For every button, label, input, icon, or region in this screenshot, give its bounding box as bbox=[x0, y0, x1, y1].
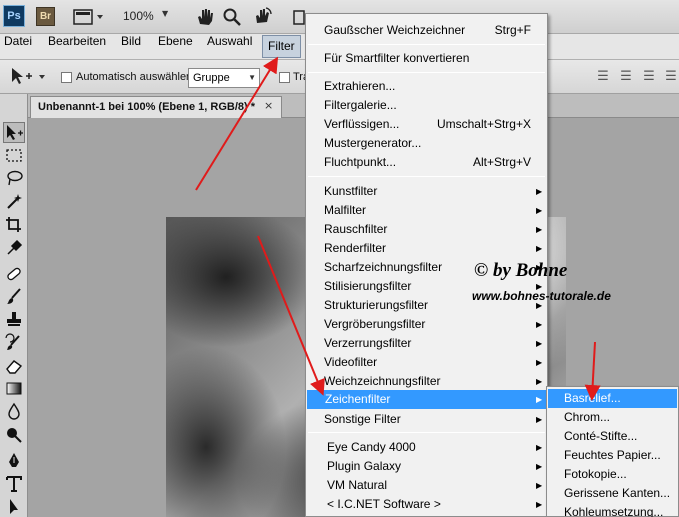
toolbox bbox=[0, 94, 28, 517]
menu-item-malfilter[interactable]: Malfilter ▶ bbox=[306, 201, 547, 220]
zoom-tool-icon[interactable] bbox=[222, 6, 242, 28]
menu-item-weichzeichnungsfilter[interactable]: Weichzeichnungsfilter ▶ bbox=[306, 372, 547, 391]
submenu-item-kohleumsetzung[interactable]: Kohleumsetzung... bbox=[547, 503, 678, 517]
menu-item-kunstfilter[interactable]: Kunstfilter ▶ bbox=[306, 182, 547, 201]
submenu-item-gerissene-kanten[interactable]: Gerissene Kanten... bbox=[547, 484, 678, 503]
submenu-item-feuchtes-papier[interactable]: Feuchtes Papier... bbox=[547, 446, 678, 465]
submenu-arrow-icon: ▶ bbox=[536, 500, 543, 509]
submenu-arrow-icon: ▶ bbox=[536, 339, 543, 348]
clone-stamp-tool-icon[interactable] bbox=[3, 310, 25, 331]
menu-item-renderfilter[interactable]: Renderfilter ▶ bbox=[306, 239, 547, 258]
transform-controls-checkbox[interactable] bbox=[279, 72, 290, 83]
bridge-logo[interactable]: Br bbox=[36, 7, 55, 26]
menu-ebene[interactable]: Ebene bbox=[158, 34, 193, 59]
submenu-arrow-icon: ▶ bbox=[536, 481, 543, 490]
watermark-copyright: © by Bohne bbox=[474, 260, 568, 281]
menu-item-mustergenerator[interactable]: Mustergenerator... bbox=[306, 134, 547, 153]
crop-tool-icon[interactable] bbox=[3, 215, 25, 236]
path-selection-tool-icon[interactable] bbox=[3, 497, 25, 517]
submenu-arrow-icon: ▶ bbox=[536, 244, 543, 253]
zoom-dropdown-icon[interactable]: ▼ bbox=[162, 9, 168, 18]
submenu-arrow-icon: ▶ bbox=[536, 443, 543, 452]
menu-separator bbox=[308, 44, 545, 45]
menu-separator bbox=[308, 432, 545, 433]
submenu-arrow-icon: ▶ bbox=[536, 377, 543, 386]
submenu-arrow-icon: ▶ bbox=[536, 462, 543, 471]
submenu-item-basrelief[interactable]: Basrelief... bbox=[548, 389, 677, 408]
submenu-arrow-icon: ▶ bbox=[536, 225, 543, 234]
menu-item-extrahieren[interactable]: Extrahieren... bbox=[306, 77, 547, 96]
menu-filter[interactable]: Filter bbox=[262, 35, 301, 58]
menu-separator bbox=[308, 176, 545, 177]
menu-item-fluchtpunkt[interactable]: Fluchtpunkt... Alt+Strg+V bbox=[306, 153, 547, 172]
menu-auswahl[interactable]: Auswahl bbox=[207, 34, 252, 59]
menu-item-sonstige-filter[interactable]: Sonstige Filter ▶ bbox=[306, 410, 547, 429]
magic-wand-tool-icon[interactable] bbox=[3, 192, 25, 213]
eraser-tool-icon[interactable] bbox=[3, 356, 25, 377]
menu-item-filtergalerie[interactable]: Filtergalerie... bbox=[306, 96, 547, 115]
move-tool-icon[interactable] bbox=[3, 122, 25, 143]
marquee-tool-icon[interactable] bbox=[3, 146, 25, 167]
zeichenfilter-submenu: Basrelief... Chrom... Conté-Stifte... Fe… bbox=[546, 386, 679, 517]
menu-bild[interactable]: Bild bbox=[121, 34, 141, 59]
hand-tool-icon[interactable] bbox=[195, 6, 215, 28]
menu-item-last-filter[interactable]: Gaußscher Weichzeichner Strg+F bbox=[306, 21, 547, 40]
rotate-view-icon[interactable] bbox=[252, 6, 274, 28]
gradient-tool-icon[interactable] bbox=[3, 379, 25, 400]
submenu-arrow-icon: ▶ bbox=[536, 415, 543, 424]
menu-item-plugin-galaxy[interactable]: Plugin Galaxy ▶ bbox=[306, 457, 547, 476]
menu-separator bbox=[308, 72, 545, 73]
menu-item-zeichenfilter[interactable]: Zeichenfilter ▶ bbox=[307, 390, 546, 409]
arrange-documents-icon[interactable] bbox=[292, 6, 306, 28]
submenu-arrow-icon: ▶ bbox=[536, 206, 543, 215]
menu-item-vergroeberungsfilter[interactable]: Vergröberungsfilter ▶ bbox=[306, 315, 547, 334]
submenu-arrow-icon: ▶ bbox=[536, 395, 543, 404]
dodge-tool-icon[interactable] bbox=[3, 425, 25, 446]
move-tool-preset-icon[interactable] bbox=[8, 64, 46, 86]
menu-item-smart-filter[interactable]: Für Smartfilter konvertieren bbox=[306, 49, 547, 68]
menu-item-videofilter[interactable]: Videofilter ▶ bbox=[306, 353, 547, 372]
submenu-item-conte-stifte[interactable]: Conté-Stifte... bbox=[547, 427, 678, 446]
menu-item-vm-natural[interactable]: VM Natural ▶ bbox=[306, 476, 547, 495]
watermark-url: www.bohnes-tutorale.de bbox=[472, 289, 611, 303]
eyedropper-tool-icon[interactable] bbox=[3, 238, 25, 259]
auto-select-dropdown[interactable]: Gruppe ▼ bbox=[188, 68, 260, 88]
pen-tool-icon[interactable] bbox=[3, 451, 25, 472]
align-vertical-center-icon[interactable]: ☰ bbox=[617, 70, 635, 84]
chevron-down-icon: ▼ bbox=[248, 73, 256, 82]
align-top-icon[interactable]: ☰ bbox=[594, 70, 612, 84]
lasso-tool-icon[interactable] bbox=[3, 169, 25, 190]
submenu-item-chrom[interactable]: Chrom... bbox=[547, 408, 678, 427]
menu-item-icnet-software[interactable]: < I.C.NET Software > ▶ bbox=[306, 495, 547, 514]
document-tab[interactable]: Unbenannt-1 bei 100% (Ebene 1, RGB/8) * bbox=[30, 96, 282, 118]
align-bottom-icon[interactable]: ☰ bbox=[640, 70, 658, 84]
submenu-arrow-icon: ▶ bbox=[536, 320, 543, 329]
auto-select-value: Gruppe bbox=[193, 72, 230, 84]
auto-select-label: Automatisch auswählen: bbox=[76, 71, 196, 83]
screen-mode-icon[interactable] bbox=[72, 6, 106, 28]
menu-item-rauschfilter[interactable]: Rauschfilter ▶ bbox=[306, 220, 547, 239]
zoom-level[interactable]: 100% bbox=[123, 9, 154, 23]
submenu-arrow-icon: ▶ bbox=[536, 358, 543, 367]
submenu-item-fotokopie[interactable]: Fotokopie... bbox=[547, 465, 678, 484]
type-tool-icon[interactable] bbox=[3, 474, 25, 495]
history-brush-tool-icon[interactable] bbox=[3, 333, 25, 354]
photoshop-logo[interactable]: Ps bbox=[3, 5, 25, 27]
menu-item-eye-candy[interactable]: Eye Candy 4000 ▶ bbox=[306, 438, 547, 457]
close-icon[interactable]: × bbox=[264, 99, 273, 112]
healing-brush-tool-icon[interactable] bbox=[3, 264, 25, 285]
menu-datei[interactable]: Datei bbox=[4, 34, 32, 59]
menu-item-verzerrungsfilter[interactable]: Verzerrungsfilter ▶ bbox=[306, 334, 547, 353]
menu-bearbeiten[interactable]: Bearbeiten bbox=[48, 34, 106, 59]
menu-item-verfluessigen[interactable]: Verflüssigen... Umschalt+Strg+X bbox=[306, 115, 547, 134]
submenu-arrow-icon: ▶ bbox=[536, 187, 543, 196]
blur-tool-icon[interactable] bbox=[3, 402, 25, 423]
auto-select-checkbox[interactable] bbox=[61, 72, 72, 83]
align-left-icon[interactable]: ☰ bbox=[662, 70, 679, 84]
brush-tool-icon[interactable] bbox=[3, 287, 25, 308]
